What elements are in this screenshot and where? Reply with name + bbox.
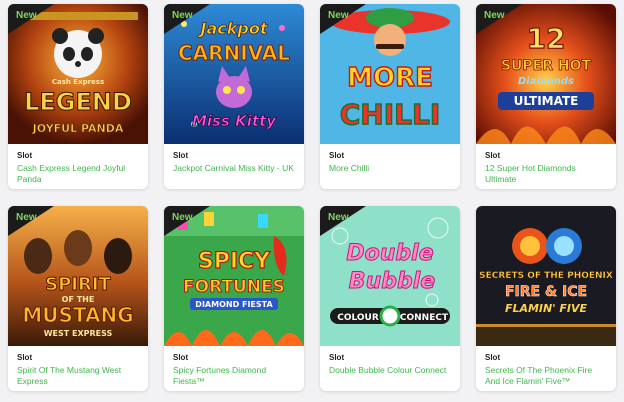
game-thumbnail[interactable]: 12 SUPER HOT Diamonds ULTIMATE New [476,4,616,144]
game-thumbnail[interactable]: SPIRIT OF THE MUSTANG WEST EXPRESS New [8,206,148,346]
art-line: FORTUNES [183,277,285,297]
new-badge: New [484,10,505,21]
art-line: SECRETS OF THE PHOENIX [479,271,613,281]
art-line: CHILLI [340,98,441,131]
game-category: Slot [17,151,33,160]
art-line: FIRE & ICE [505,284,587,300]
art-line: Miss Kitty [192,112,277,130]
game-title[interactable]: Jackpot Carnival Miss Kitty - UK [173,163,295,174]
game-category: Slot [485,151,501,160]
game-thumbnail[interactable]: SECRETS OF THE PHOENIX FIRE & ICE FLAMIN… [476,206,616,346]
game-card[interactable]: 12 SUPER HOT Diamonds ULTIMATE New Slot … [476,4,616,189]
new-badge: New [16,10,37,21]
art-line: MUSTANG [22,303,133,327]
game-card[interactable]: Cash Express LEGEND JOYFUL PANDA New Slo… [8,4,148,189]
art-line: ULTIMATE [514,94,579,108]
new-badge: New [16,212,37,223]
game-title[interactable]: 12 Super Hot Diamonds Ultimate [485,163,607,185]
game-category: Slot [329,353,345,362]
game-title[interactable]: Spirit Of The Mustang West Express [17,365,139,387]
art-line: CONNECT [400,313,449,323]
art-line: WEST EXPRESS [44,329,113,338]
game-title[interactable]: Spicy Fortunes Diamond Fiesta™ [173,365,295,387]
game-category: Slot [173,353,189,362]
game-category: Slot [17,353,33,362]
game-card[interactable]: SPICY FORTUNES DIAMOND FIESTA New Slot S… [164,206,304,391]
new-badge: New [328,212,349,223]
game-thumbnail[interactable]: MORE CHILLI New [320,4,460,144]
art-line: Diamonds [518,76,574,87]
new-badge: New [172,212,193,223]
art-line: LEGEND [24,88,132,116]
game-card[interactable]: SECRETS OF THE PHOENIX FIRE & ICE FLAMIN… [476,206,616,391]
game-card[interactable]: SPIRIT OF THE MUSTANG WEST EXPRESS New S… [8,206,148,391]
art-line: SUPER HOT [501,58,592,74]
game-category: Slot [329,151,345,160]
art-line: COLOUR [337,313,379,323]
game-card[interactable]: Double Bubble COLOUR CONNECT New Slot Do… [320,206,460,391]
art-line: CARNIVAL [178,41,290,65]
game-title[interactable]: Secrets Of The Phoenix Fire And Ice Flam… [485,365,607,387]
game-grid: Cash Express LEGEND JOYFUL PANDA New Slo… [0,0,624,402]
art-line: JOYFUL PANDA [32,122,124,135]
game-thumbnail[interactable]: Jackpot CARNIVAL Miss Kitty New [164,4,304,144]
game-title[interactable]: Cash Express Legend Joyful Panda [17,163,139,185]
art-line: 12 [527,22,566,55]
game-art: SECRETS OF THE PHOENIX FIRE & ICE FLAMIN… [476,206,616,346]
art-line: SPIRIT [45,274,111,295]
game-thumbnail[interactable]: SPICY FORTUNES DIAMOND FIESTA New [164,206,304,346]
art-line: MORE [347,63,433,93]
game-title[interactable]: Double Bubble Colour Connect [329,365,451,376]
art-line: Bubble [349,269,435,294]
game-card[interactable]: MORE CHILLI New Slot More Chilli [320,4,460,189]
art-line: Double [346,241,433,266]
art-line: Cash Express [52,78,104,86]
game-card[interactable]: Jackpot CARNIVAL Miss Kitty New Slot Jac… [164,4,304,189]
game-category: Slot [173,151,189,160]
game-title[interactable]: More Chilli [329,163,451,174]
game-category: Slot [485,353,501,362]
new-badge: New [172,10,193,21]
game-thumbnail[interactable]: Cash Express LEGEND JOYFUL PANDA New [8,4,148,144]
art-line: FLAMIN' FIVE [505,302,588,315]
game-thumbnail[interactable]: Double Bubble COLOUR CONNECT New [320,206,460,346]
new-badge: New [328,10,349,21]
art-line: SPICY [198,249,271,274]
art-line: DIAMOND FIESTA [195,300,273,309]
